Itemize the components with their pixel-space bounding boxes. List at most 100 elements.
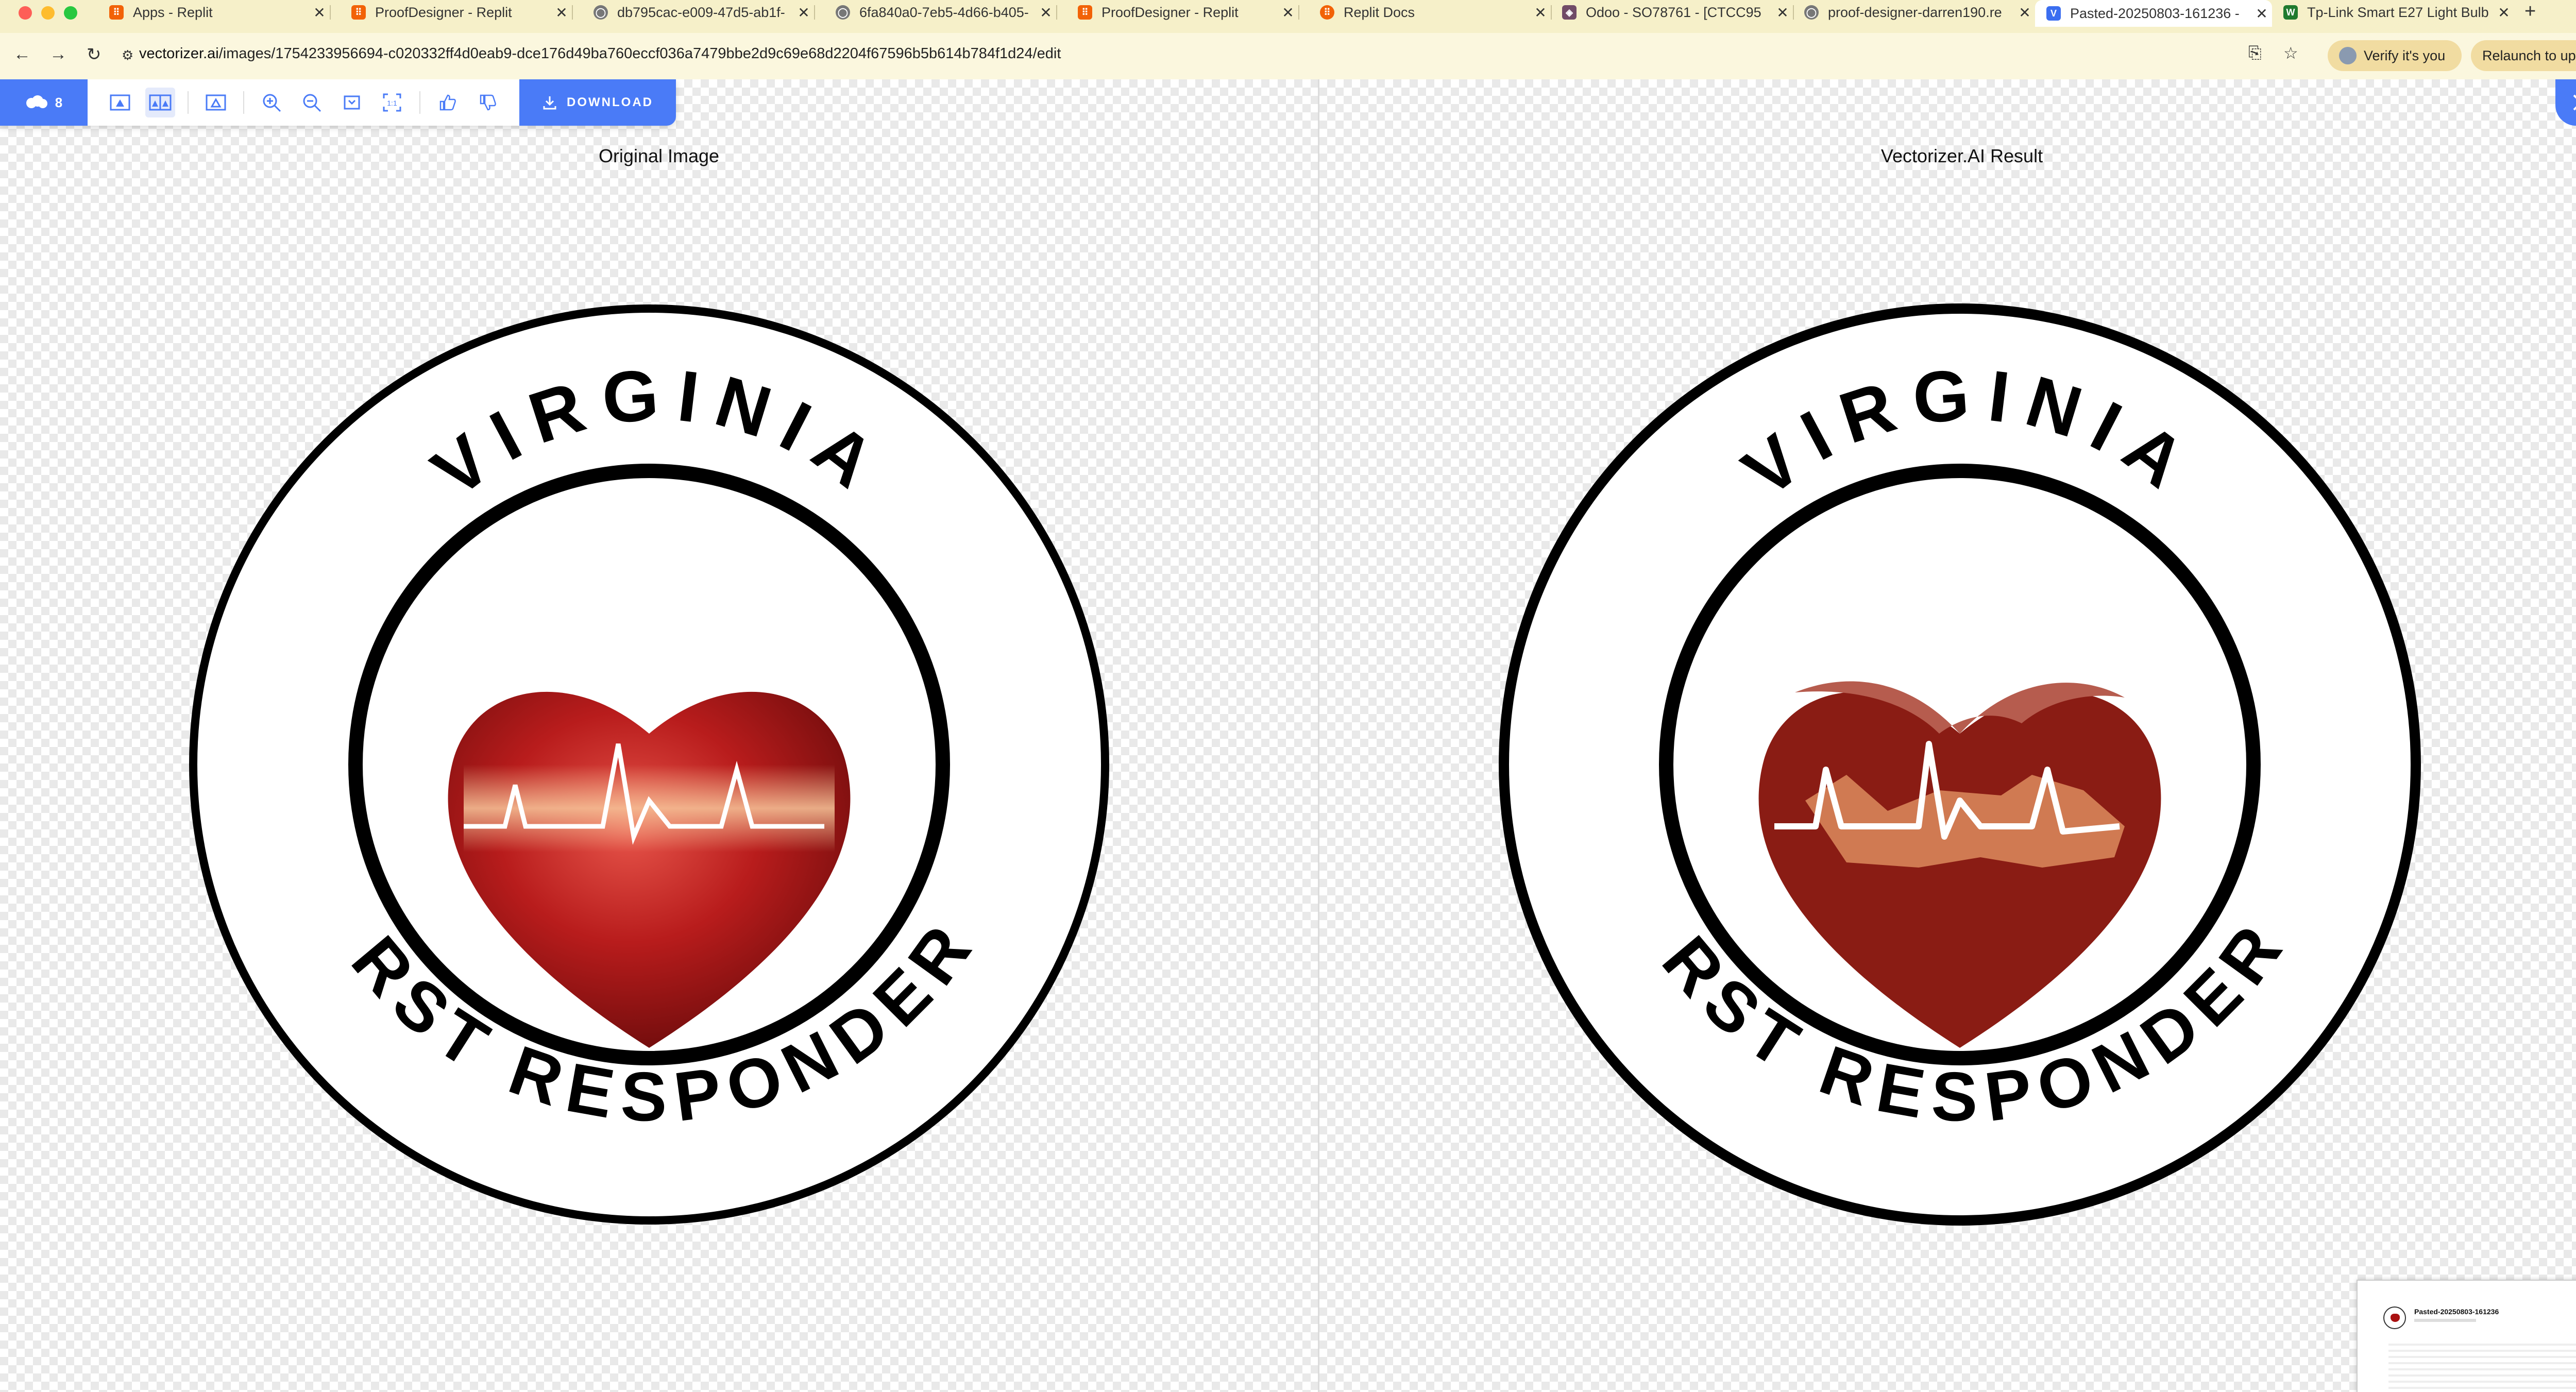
zoom-out-button[interactable] (297, 88, 327, 117)
window-controls (19, 6, 77, 20)
page-thumbnail-preview[interactable]: Pasted-20250803-161236 (2357, 1280, 2576, 1392)
zoom-out-icon (303, 94, 321, 112)
original-image-title: Original Image (598, 145, 720, 166)
vectorizer-icon: V (2046, 6, 2061, 21)
download-button[interactable]: DOWNLOAD (519, 79, 676, 126)
forward-arrow-icon[interactable]: → (49, 44, 67, 64)
odoo-icon: ◈ (1562, 5, 1577, 20)
svg-text:1:1: 1:1 (387, 99, 397, 107)
close-tab-icon[interactable]: ✕ (2494, 4, 2514, 21)
overlay-view-icon (206, 94, 226, 111)
relaunch-button[interactable]: Relaunch to updat (2471, 40, 2576, 71)
original-logo: VIRGINIA FIRST RESPONDERS (175, 280, 1109, 1225)
actual-size-button[interactable]: 1:1 (377, 88, 407, 117)
close-window-button[interactable] (19, 6, 32, 20)
replit-icon: ⠿ (351, 5, 366, 20)
browser-window: { "browser": { "tabs": [ {"title": "Apps… (0, 0, 2576, 1392)
close-tab-icon[interactable]: ✕ (1036, 4, 1056, 21)
download-label: DOWNLOAD (567, 95, 653, 109)
tab-odoo[interactable]: ◈ Odoo - SO78761 - [CTCC95 ✕ (1551, 0, 1793, 25)
maximize-window-button[interactable] (64, 6, 77, 20)
replit-icon: ⠿ (109, 5, 124, 20)
reload-icon[interactable]: ↻ (87, 44, 101, 65)
tab-title: db795cac-e009-47d5-ab1f- (617, 4, 785, 20)
tab-db795cac[interactable]: ◯ db795cac-e009-47d5-ab1f- ✕ (582, 0, 814, 25)
replit-icon: ⠿ (1078, 5, 1092, 20)
thumbnail-logo (2383, 1306, 2406, 1329)
overlay-view-button[interactable] (201, 88, 231, 117)
result-title: Vectorizer.AI Result (1880, 145, 2043, 166)
thumbs-down-icon (480, 94, 496, 111)
single-view-icon (110, 94, 130, 111)
tab-replit-docs[interactable]: ⠿ Replit Docs ✕ (1309, 0, 1551, 25)
back-arrow-icon[interactable]: ← (13, 44, 31, 64)
tab-proofdesigner-replit[interactable]: ⠿ ProofDesigner - Replit ✕ (340, 0, 572, 25)
tab-apps-replit[interactable]: ⠿ Apps - Replit ✕ (98, 0, 330, 25)
tab-6fa840a0[interactable]: ◯ 6fa840a0-7eb5-4d66-b405- ✕ (824, 0, 1056, 25)
close-tab-icon[interactable]: ✕ (793, 4, 814, 21)
tab-proof-designer-darren[interactable]: ◯ proof-designer-darren190.re ✕ (1793, 0, 2035, 25)
fit-to-screen-button[interactable] (337, 88, 367, 117)
tab-title: Tp-Link Smart E27 Light Bulb (2307, 4, 2489, 20)
globe-icon: ◯ (594, 5, 608, 20)
url-field[interactable]: vectorizer.ai/images/1754233956694-c0203… (139, 45, 1061, 62)
close-tab-icon[interactable]: ✕ (1772, 4, 1793, 21)
fit-screen-icon (344, 95, 360, 110)
thumbnail-content (2388, 1343, 2576, 1389)
download-icon (543, 96, 556, 110)
tab-title: Replit Docs (1344, 4, 1415, 20)
zoom-in-icon (263, 94, 281, 112)
thumbs-up-icon (439, 94, 456, 111)
install-app-icon[interactable]: ⎘ (2248, 43, 2262, 63)
avatar (2339, 47, 2357, 64)
relaunch-label: Relaunch to updat (2482, 47, 2576, 63)
side-by-side-icon (149, 94, 172, 111)
close-tab-icon[interactable]: ✕ (1530, 4, 1551, 21)
editor-canvas: Original Image Vectorizer.AI Result VIRG… (0, 79, 2576, 1392)
tab-title: ProofDesigner - Replit (375, 4, 512, 20)
tab-title: 6fa840a0-7eb5-4d66-b405- (859, 4, 1029, 20)
close-icon (2573, 94, 2576, 111)
tab-pasted-active[interactable]: V Pasted-20250803-161236 - ✕ (2035, 0, 2272, 27)
verify-profile-button[interactable]: Verify it's you (2328, 40, 2462, 71)
pane-divider (1318, 79, 1319, 1392)
vectorized-logo: VIRGINIA FIRST RESPONDERS (1486, 280, 2421, 1226)
tab-title: ProofDesigner - Replit (1101, 4, 1239, 20)
new-tab-button[interactable]: + (2524, 0, 2536, 25)
credits-count: 8 (55, 94, 63, 110)
replit-docs-icon: ⠿ (1320, 5, 1334, 20)
single-view-button[interactable] (105, 88, 135, 117)
credits-icon (26, 95, 47, 108)
globe-icon: ◯ (836, 5, 850, 20)
bookmark-star-icon[interactable]: ☆ (2283, 43, 2298, 63)
address-bar-row: ← → ↻ ⚙ vectorizer.ai/images/17542339566… (0, 33, 2576, 79)
tab-proofdesigner-replit-2[interactable]: ⠿ ProofDesigner - Replit ✕ (1066, 0, 1298, 25)
zoom-in-button[interactable] (257, 88, 286, 117)
close-editor-button[interactable] (2555, 79, 2576, 126)
tab-strip: ⠿ Apps - Replit ✕ ⠿ ProofDesigner - Repl… (0, 0, 2576, 33)
close-tab-icon[interactable]: ✕ (551, 4, 572, 21)
tab-title: Odoo - SO78761 - [CTCC95 (1586, 4, 1761, 20)
close-tab-icon[interactable]: ✕ (1278, 4, 1298, 21)
close-tab-icon[interactable]: ✕ (2014, 4, 2035, 21)
tab-title: Pasted-20250803-161236 - (2070, 5, 2240, 21)
close-tab-icon[interactable]: ✕ (2251, 5, 2272, 22)
thumbnail-title: Pasted-20250803-161236 (2414, 1308, 2499, 1316)
credits-button[interactable]: 8 (0, 79, 88, 126)
url-host: vectorizer.ai (139, 45, 219, 62)
actual-size-icon: 1:1 (383, 93, 401, 112)
verify-label: Verify it's you (2364, 47, 2446, 63)
minimize-window-button[interactable] (41, 6, 55, 20)
tab-tp-link[interactable]: W Tp-Link Smart E27 Light Bulb ✕ (2272, 0, 2514, 25)
w-site-icon: W (2283, 5, 2298, 20)
site-settings-icon[interactable]: ⚙ (122, 47, 133, 63)
editor-toolbar: 8 1:1 DOWNLOAD (0, 79, 676, 126)
thumbs-up-button[interactable] (433, 88, 463, 117)
tab-title: proof-designer-darren190.re (1828, 4, 2002, 20)
close-tab-icon[interactable]: ✕ (309, 4, 330, 21)
url-path: /images/1754233956694-c020332ff4d0eab9-d… (218, 45, 1061, 62)
globe-icon: ◯ (1804, 5, 1819, 20)
tab-title: Apps - Replit (133, 4, 213, 20)
side-by-side-button[interactable] (145, 88, 175, 117)
thumbs-down-button[interactable] (473, 88, 503, 117)
